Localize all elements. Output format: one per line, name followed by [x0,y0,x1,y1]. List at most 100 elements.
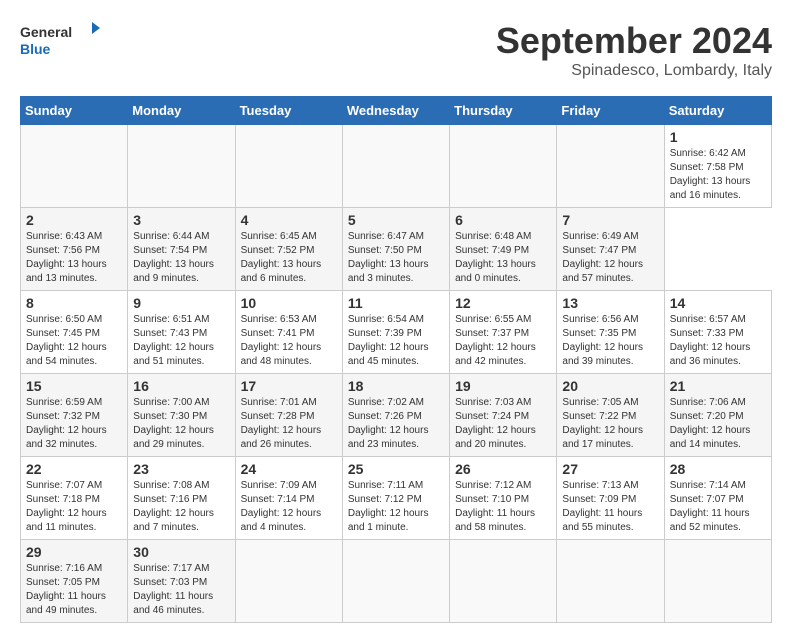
calendar-cell: 4 Sunrise: 6:45 AMSunset: 7:52 PMDaylight… [235,208,342,291]
day-info: Sunrise: 7:16 AMSunset: 7:05 PMDaylight:… [26,562,122,618]
day-info: Sunrise: 7:03 AMSunset: 7:24 PMDaylight:… [455,396,551,452]
day-info: Sunrise: 6:59 AMSunset: 7:32 PMDaylight:… [26,396,122,452]
logo: General Blue [20,20,100,60]
calendar-row: 29 Sunrise: 7:16 AMSunset: 7:05 PMDayligh… [21,540,772,623]
calendar-cell: 20Sunrise: 7:05 AMSunset: 7:22 PMDayligh… [557,374,664,457]
day-number: 11 [348,295,444,311]
day-info: Sunrise: 6:42 AMSunset: 7:58 PMDaylight:… [670,147,766,203]
day-number: 18 [348,378,444,394]
calendar-cell: 9 Sunrise: 6:51 AMSunset: 7:43 PMDaylight… [128,291,235,374]
calendar-row: 8 Sunrise: 6:50 AMSunset: 7:45 PMDaylight… [21,291,772,374]
day-number: 6 [455,212,551,228]
day-number: 9 [133,295,229,311]
calendar-cell [128,125,235,208]
day-number: 28 [670,461,766,477]
day-number: 13 [562,295,658,311]
calendar-cell: 18Sunrise: 7:02 AMSunset: 7:26 PMDayligh… [342,374,449,457]
header-day: Sunday [21,97,128,125]
day-info: Sunrise: 7:01 AMSunset: 7:28 PMDaylight:… [241,396,337,452]
day-number: 12 [455,295,551,311]
location-title: Spinadesco, Lombardy, Italy [496,62,772,80]
calendar-cell: 21 Sunrise: 7:06 AMSunset: 7:20 PMDayligh… [664,374,771,457]
calendar-cell [342,125,449,208]
calendar-cell: 15Sunrise: 6:59 AMSunset: 7:32 PMDayligh… [21,374,128,457]
calendar-cell: 17Sunrise: 7:01 AMSunset: 7:28 PMDayligh… [235,374,342,457]
page-header: General Blue September 2024 Spinadesco, … [20,20,772,80]
calendar-cell: 29 Sunrise: 7:16 AMSunset: 7:05 PMDayligh… [21,540,128,623]
header-row: SundayMondayTuesdayWednesdayThursdayFrid… [21,97,772,125]
calendar-cell [557,125,664,208]
day-info: Sunrise: 6:54 AMSunset: 7:39 PMDaylight:… [348,313,444,369]
day-info: Sunrise: 7:05 AMSunset: 7:22 PMDaylight:… [562,396,658,452]
calendar-row: 22 Sunrise: 7:07 AMSunset: 7:18 PMDayligh… [21,457,772,540]
day-info: Sunrise: 7:08 AMSunset: 7:16 PMDaylight:… [133,479,229,535]
day-number: 3 [133,212,229,228]
calendar-cell: 11 Sunrise: 6:54 AMSunset: 7:39 PMDayligh… [342,291,449,374]
day-info: Sunrise: 6:45 AMSunset: 7:52 PMDaylight:… [241,230,337,286]
header-day: Friday [557,97,664,125]
calendar-cell: 10 Sunrise: 6:53 AMSunset: 7:41 PMDayligh… [235,291,342,374]
day-info: Sunrise: 7:07 AMSunset: 7:18 PMDaylight:… [26,479,122,535]
day-info: Sunrise: 6:44 AMSunset: 7:54 PMDaylight:… [133,230,229,286]
day-number: 2 [26,212,122,228]
calendar-cell: 1 Sunrise: 6:42 AMSunset: 7:58 PMDaylight… [664,125,771,208]
day-info: Sunrise: 6:48 AMSunset: 7:49 PMDaylight:… [455,230,551,286]
day-info: Sunrise: 6:57 AMSunset: 7:33 PMDaylight:… [670,313,766,369]
day-info: Sunrise: 7:14 AMSunset: 7:07 PMDaylight:… [670,479,766,535]
day-number: 1 [670,129,766,145]
day-number: 21 [670,378,766,394]
day-number: 19 [455,378,551,394]
day-info: Sunrise: 7:11 AMSunset: 7:12 PMDaylight:… [348,479,444,535]
calendar-cell: 14Sunrise: 6:57 AMSunset: 7:33 PMDayligh… [664,291,771,374]
calendar-cell [235,540,342,623]
day-number: 29 [26,544,122,560]
calendar-cell: 24 Sunrise: 7:09 AMSunset: 7:14 PMDayligh… [235,457,342,540]
calendar-cell: 6 Sunrise: 6:48 AMSunset: 7:49 PMDaylight… [450,208,557,291]
day-info: Sunrise: 6:53 AMSunset: 7:41 PMDaylight:… [241,313,337,369]
calendar-cell: 2Sunrise: 6:43 AMSunset: 7:56 PMDaylight… [21,208,128,291]
title-section: September 2024 Spinadesco, Lombardy, Ita… [496,20,772,80]
day-info: Sunrise: 6:50 AMSunset: 7:45 PMDaylight:… [26,313,122,369]
logo-icon: General Blue [20,20,100,60]
day-info: Sunrise: 6:51 AMSunset: 7:43 PMDaylight:… [133,313,229,369]
calendar-cell: 27 Sunrise: 7:13 AMSunset: 7:09 PMDayligh… [557,457,664,540]
calendar-cell: 3 Sunrise: 6:44 AMSunset: 7:54 PMDaylight… [128,208,235,291]
day-info: Sunrise: 7:12 AMSunset: 7:10 PMDaylight:… [455,479,551,535]
day-number: 10 [241,295,337,311]
calendar-cell [450,540,557,623]
day-number: 16 [133,378,229,394]
day-number: 5 [348,212,444,228]
day-info: Sunrise: 7:06 AMSunset: 7:20 PMDaylight:… [670,396,766,452]
header-day: Saturday [664,97,771,125]
calendar-cell: 5Sunrise: 6:47 AMSunset: 7:50 PMDaylight… [342,208,449,291]
header-day: Tuesday [235,97,342,125]
header-day: Thursday [450,97,557,125]
day-info: Sunrise: 7:00 AMSunset: 7:30 PMDaylight:… [133,396,229,452]
calendar-cell: 8 Sunrise: 6:50 AMSunset: 7:45 PMDaylight… [21,291,128,374]
day-info: Sunrise: 6:55 AMSunset: 7:37 PMDaylight:… [455,313,551,369]
calendar-cell [450,125,557,208]
day-number: 26 [455,461,551,477]
day-number: 22 [26,461,122,477]
month-title: September 2024 [496,20,772,62]
calendar-cell: 25Sunrise: 7:11 AMSunset: 7:12 PMDayligh… [342,457,449,540]
header-day: Wednesday [342,97,449,125]
day-number: 23 [133,461,229,477]
day-number: 8 [26,295,122,311]
calendar-cell [235,125,342,208]
day-number: 24 [241,461,337,477]
svg-text:Blue: Blue [20,41,51,57]
calendar-cell: 13Sunrise: 6:56 AMSunset: 7:35 PMDayligh… [557,291,664,374]
calendar-cell: 26 Sunrise: 7:12 AMSunset: 7:10 PMDayligh… [450,457,557,540]
calendar-cell: 28 Sunrise: 7:14 AMSunset: 7:07 PMDayligh… [664,457,771,540]
day-number: 30 [133,544,229,560]
day-info: Sunrise: 7:09 AMSunset: 7:14 PMDaylight:… [241,479,337,535]
calendar-row: 15Sunrise: 6:59 AMSunset: 7:32 PMDayligh… [21,374,772,457]
day-number: 27 [562,461,658,477]
day-number: 7 [562,212,658,228]
day-info: Sunrise: 7:13 AMSunset: 7:09 PMDaylight:… [562,479,658,535]
calendar-cell [664,540,771,623]
day-number: 4 [241,212,337,228]
day-info: Sunrise: 7:17 AMSunset: 7:03 PMDaylight:… [133,562,229,618]
calendar-table: SundayMondayTuesdayWednesdayThursdayFrid… [20,96,772,623]
